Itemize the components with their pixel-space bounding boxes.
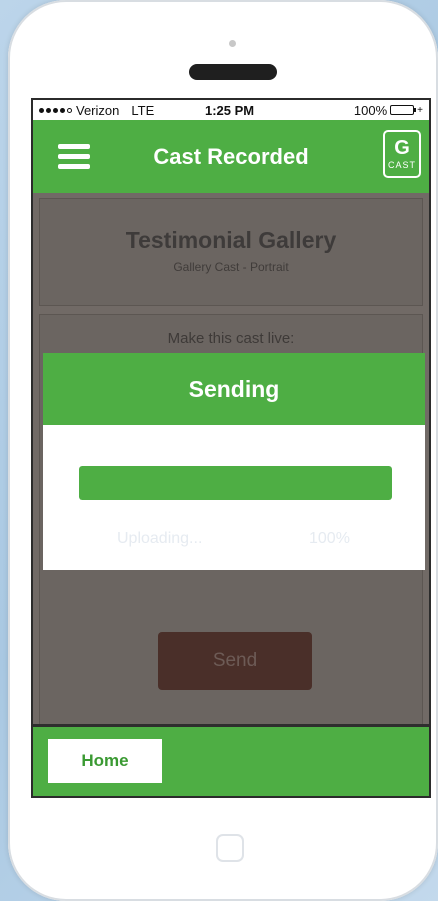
battery-icon (390, 105, 417, 115)
upload-status-label: Uploading... (117, 530, 203, 547)
menu-icon[interactable] (58, 144, 90, 170)
status-bar: Verizon LTE 1:25 PM 100% + (33, 100, 429, 120)
home-button[interactable]: Home (48, 739, 162, 783)
upload-progress-bar (79, 466, 392, 500)
gallery-title: Testimonial Gallery (125, 227, 337, 253)
upload-progress-fill (79, 466, 392, 500)
page-title: Cast Recorded (153, 143, 309, 169)
network-label: LTE (131, 102, 155, 118)
battery-percent: 100% (353, 102, 388, 118)
publish-prompt: Make this cast live: (167, 330, 295, 347)
sending-dialog: Sending Uploading... 100% (43, 353, 425, 570)
status-left: Verizon LTE (39, 103, 154, 118)
gallery-subtitle: Gallery Cast - Portrait (173, 260, 289, 274)
cast-logo-icon: G CAST (383, 130, 421, 178)
logo-text: CAST (387, 160, 416, 170)
dialog-title: Sending (43, 353, 425, 425)
charging-icon: + (417, 104, 423, 116)
logo-mark: G (394, 137, 410, 159)
nav-bar: Cast Recorded G CAST (33, 120, 429, 193)
footer-bar: Home (33, 724, 429, 796)
send-button[interactable]: Send (158, 632, 312, 690)
speaker-grille (189, 64, 277, 80)
camera-dot (229, 40, 236, 47)
signal-icon (39, 107, 72, 113)
device-home-button[interactable] (216, 834, 244, 862)
carrier-label: Verizon (76, 102, 120, 118)
gallery-card: Testimonial Gallery Gallery Cast - Portr… (39, 198, 423, 306)
upload-percent: 100% (309, 530, 350, 547)
status-right: 100% + (354, 103, 423, 118)
phone-frame: Verizon LTE 1:25 PM 100% + Cast Recorded… (8, 0, 438, 901)
status-time: 1:25 PM (205, 102, 255, 118)
app-screen: Verizon LTE 1:25 PM 100% + Cast Recorded… (31, 98, 431, 798)
